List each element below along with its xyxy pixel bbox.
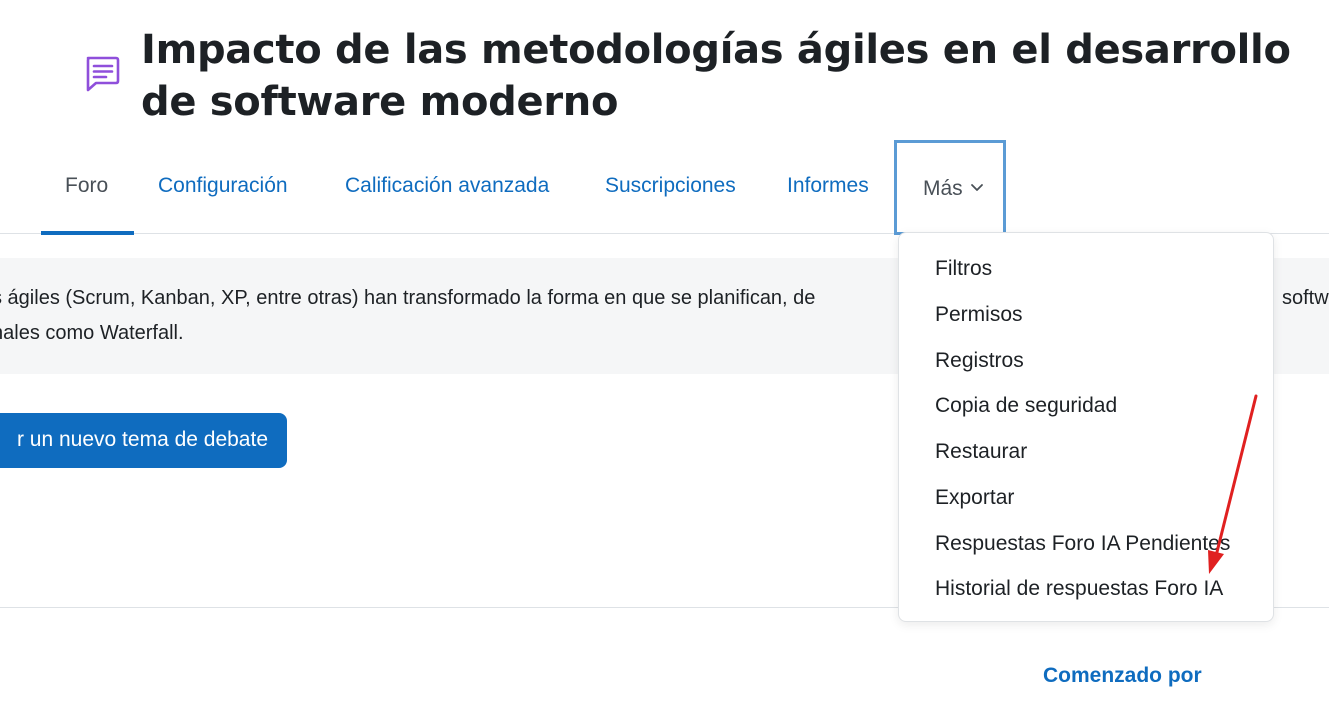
- tab-foro[interactable]: Foro: [65, 174, 108, 198]
- tab-calificacion-avanzada[interactable]: Calificación avanzada: [345, 174, 549, 198]
- intro-text-line-1-end: softw: [1282, 287, 1329, 309]
- menu-item-exportar[interactable]: Exportar: [935, 486, 1014, 510]
- menu-item-historial-respuestas-foro-ia[interactable]: Historial de respuestas Foro IA: [935, 577, 1223, 601]
- forum-icon: [86, 56, 120, 92]
- page-title: Impacto de las metodologías ágiles en el…: [141, 27, 1291, 125]
- intro-text-line-1: s ágiles (Scrum, Kanban, XP, entre otras…: [0, 287, 816, 309]
- add-discussion-label: r un nuevo tema de debate: [16, 428, 268, 451]
- column-header-started-by[interactable]: Comenzado por: [1043, 664, 1202, 688]
- intro-text-line-2: nales como Waterfall.: [0, 322, 184, 344]
- tab-mas[interactable]: Más: [894, 140, 1006, 235]
- chevron-down-icon: [971, 184, 983, 191]
- secondary-navigation: Foro Configuración Calificación avanzada…: [0, 140, 1329, 235]
- tab-mas-label: Más: [923, 177, 963, 200]
- menu-item-copia-de-seguridad[interactable]: Copia de seguridad: [935, 394, 1117, 418]
- tab-suscripciones[interactable]: Suscripciones: [605, 174, 736, 198]
- menu-item-restaurar[interactable]: Restaurar: [935, 440, 1027, 464]
- menu-item-respuestas-foro-ia-pendientes[interactable]: Respuestas Foro IA Pendientes: [935, 532, 1230, 556]
- annotation-arrow-icon: [1208, 394, 1258, 574]
- menu-item-registros[interactable]: Registros: [935, 349, 1024, 373]
- menu-item-permisos[interactable]: Permisos: [935, 303, 1023, 327]
- tab-configuracion[interactable]: Configuración: [158, 174, 288, 198]
- add-discussion-button[interactable]: r un nuevo tema de debate: [0, 413, 287, 468]
- tab-informes[interactable]: Informes: [787, 174, 869, 198]
- menu-item-filtros[interactable]: Filtros: [935, 257, 992, 281]
- active-tab-indicator: [41, 231, 134, 235]
